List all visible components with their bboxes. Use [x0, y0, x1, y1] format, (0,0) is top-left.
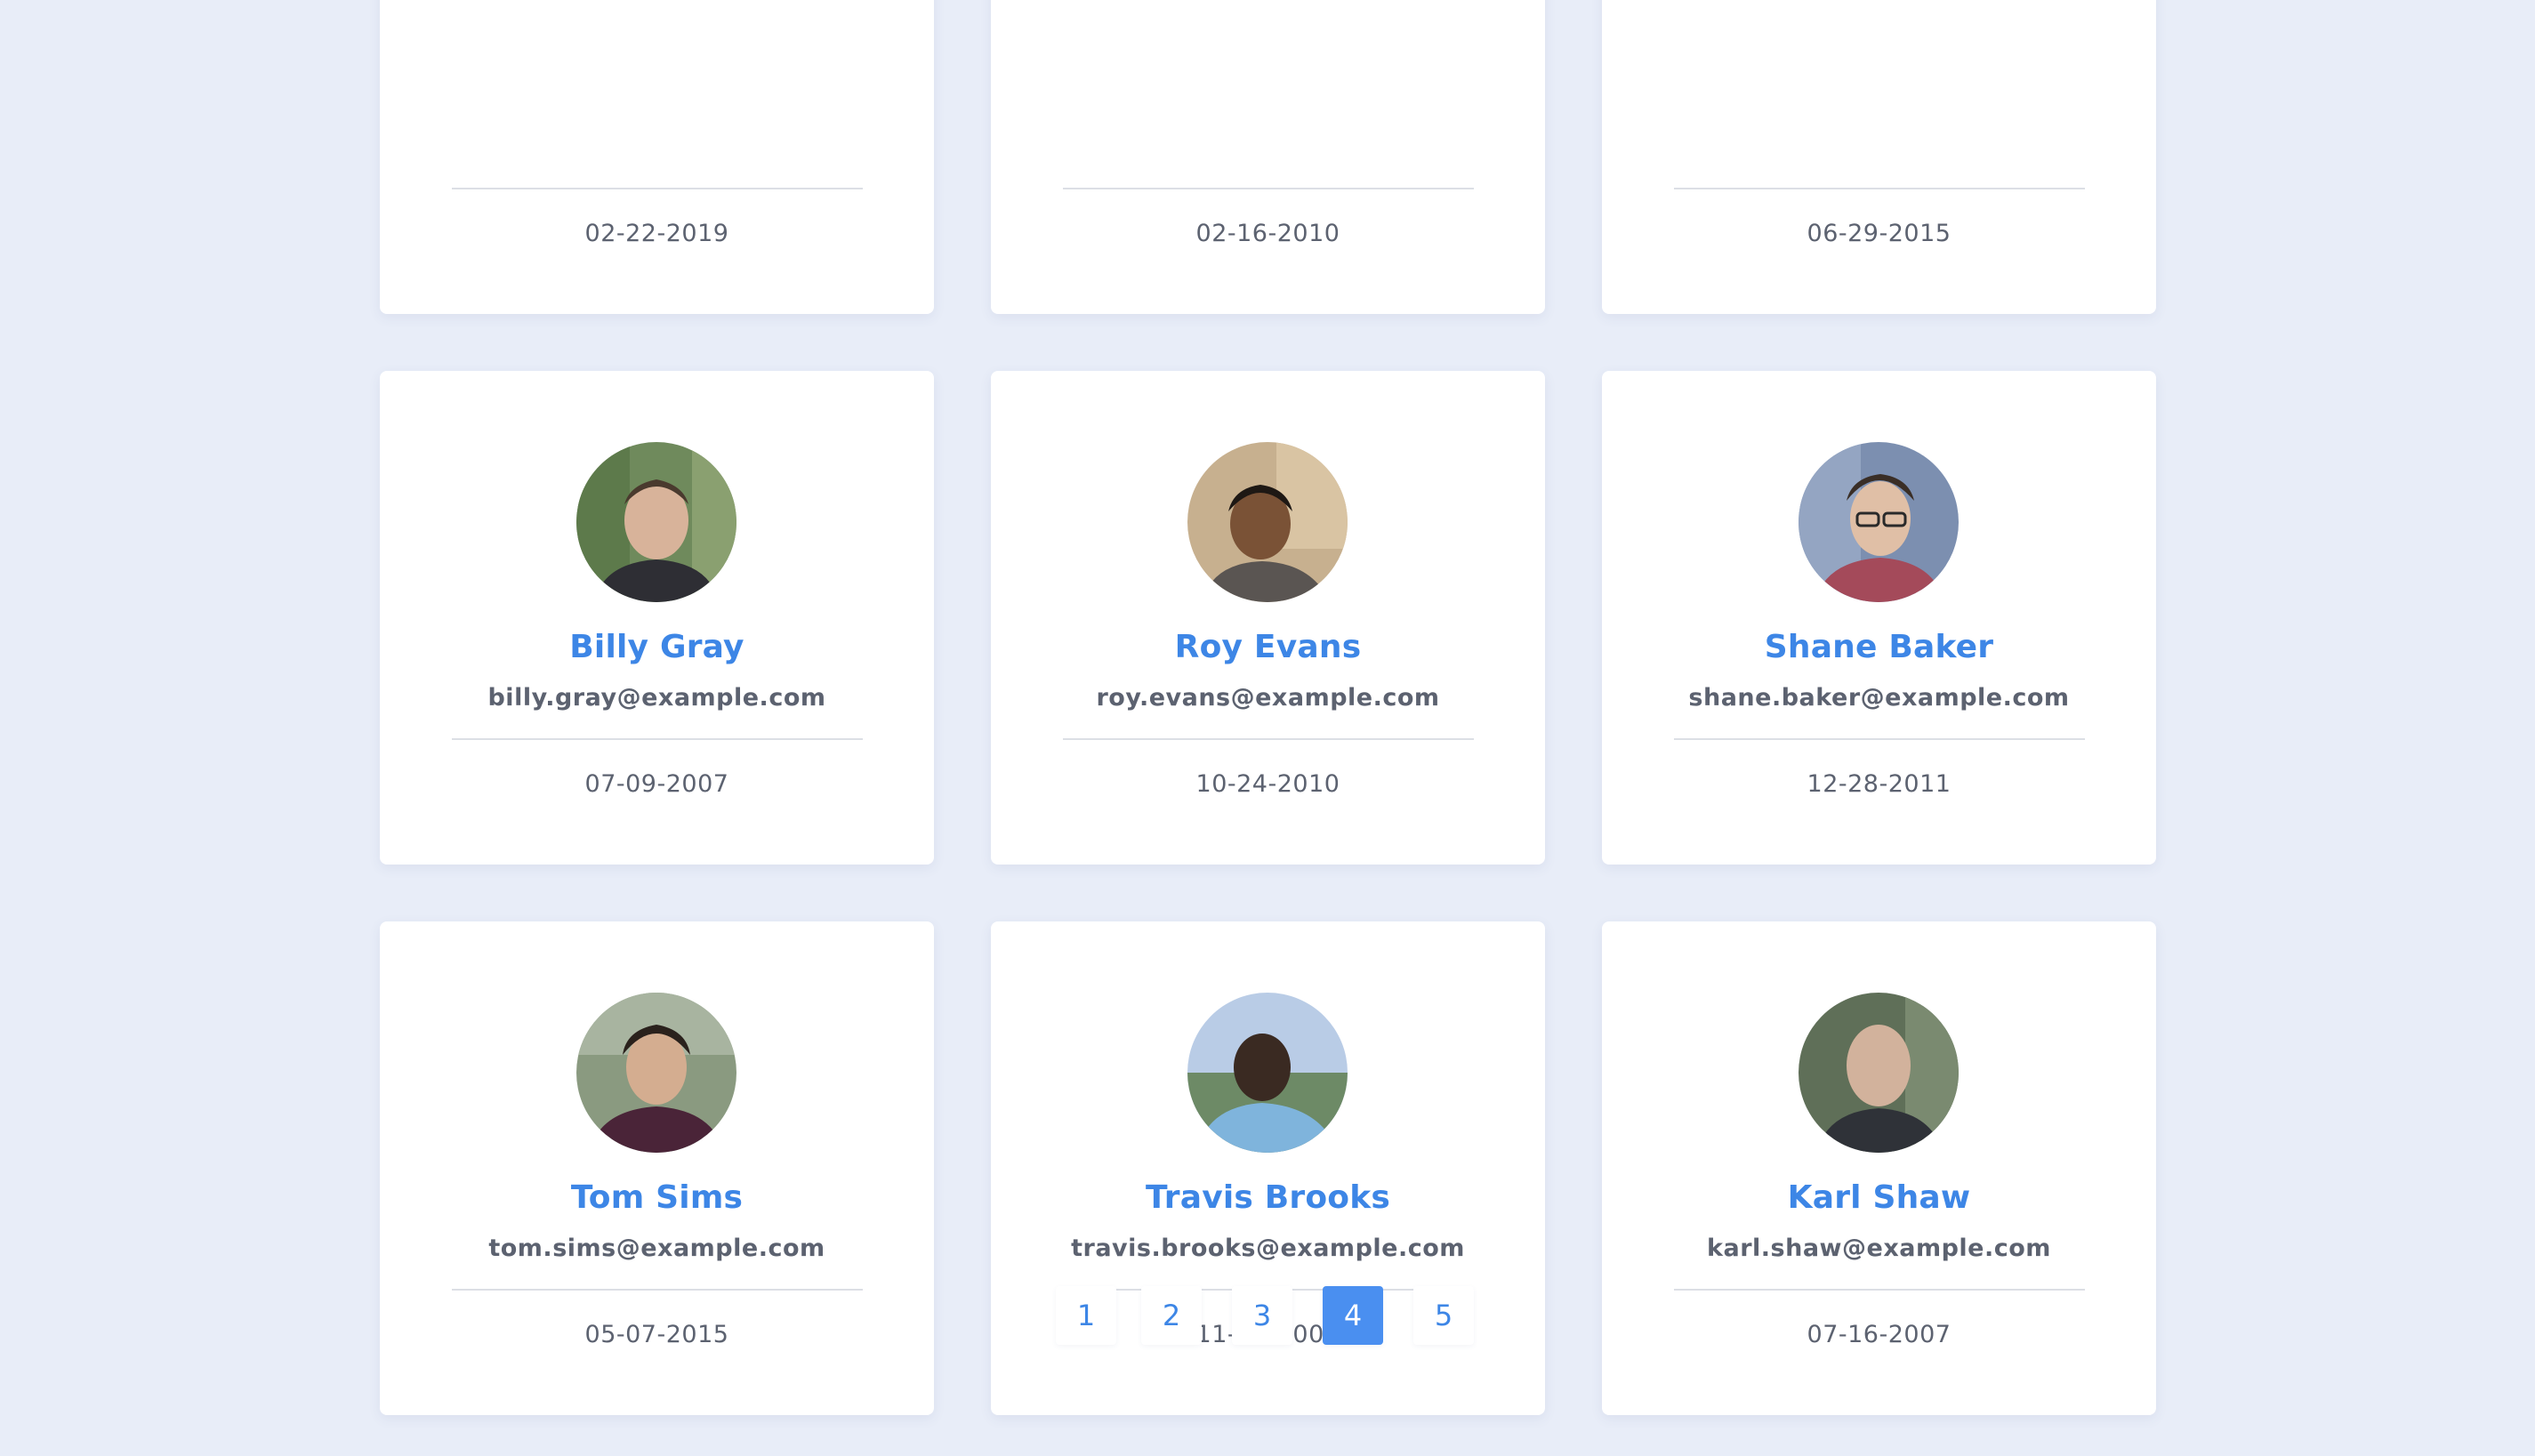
user-date: 07-09-2007	[584, 770, 729, 798]
user-card[interactable]: Shane Baker shane.baker@example.com 12-2…	[1602, 371, 2156, 865]
card-divider	[1674, 1289, 2085, 1291]
user-email: billy.gray@example.com	[487, 684, 826, 712]
user-card[interactable]: Roy Evans roy.evans@example.com 10-24-20…	[991, 371, 1545, 865]
user-card[interactable]: 06-29-2015	[1602, 0, 2156, 314]
user-name[interactable]: Roy Evans	[991, 629, 1545, 665]
user-card[interactable]: Billy Gray billy.gray@example.com 07-09-…	[380, 371, 934, 865]
user-name[interactable]: Karl Shaw	[1602, 1179, 2156, 1216]
avatar-photo-icon	[1187, 442, 1348, 602]
user-name[interactable]: Tom Sims	[380, 1179, 934, 1216]
user-email: roy.evans@example.com	[1096, 684, 1440, 712]
avatar	[576, 993, 736, 1153]
user-card[interactable]: Tom Sims tom.sims@example.com 05-07-2015	[380, 921, 934, 1415]
card-divider	[452, 188, 863, 189]
user-name[interactable]: Billy Gray	[380, 629, 934, 665]
user-card[interactable]: 02-16-2010	[991, 0, 1545, 314]
avatar	[576, 442, 736, 602]
page-button-4-active[interactable]: 4	[1323, 1286, 1383, 1345]
avatar	[1187, 442, 1348, 602]
avatar	[1799, 442, 1959, 602]
user-date: 06-29-2015	[1807, 220, 1952, 247]
card-divider	[1063, 738, 1474, 740]
avatar	[1187, 993, 1348, 1153]
user-card-grid: 02-22-2019 02-16-2010 06-29-2015 Billy G…	[380, 0, 2156, 1415]
avatar-photo-icon	[1187, 993, 1348, 1153]
card-divider	[452, 1289, 863, 1291]
card-divider	[1674, 188, 2085, 189]
user-date: 02-22-2019	[584, 220, 729, 247]
page-button-2[interactable]: 2	[1141, 1286, 1202, 1345]
user-date: 07-16-2007	[1807, 1321, 1952, 1348]
avatar-photo-icon	[1799, 442, 1959, 602]
card-divider	[1063, 188, 1474, 189]
user-name[interactable]: Travis Brooks	[991, 1179, 1545, 1216]
user-name[interactable]: Shane Baker	[1602, 629, 2156, 665]
avatar	[1799, 993, 1959, 1153]
page-button-1[interactable]: 1	[1056, 1286, 1116, 1345]
user-date: 10-24-2010	[1195, 770, 1340, 798]
user-date: 12-28-2011	[1807, 770, 1952, 798]
user-date: 02-16-2010	[1195, 220, 1340, 247]
user-card[interactable]: Karl Shaw karl.shaw@example.com 07-16-20…	[1602, 921, 2156, 1415]
user-card[interactable]: 02-22-2019	[380, 0, 934, 314]
avatar-photo-icon	[576, 993, 736, 1153]
avatar-photo-icon	[576, 442, 736, 602]
user-email: tom.sims@example.com	[488, 1235, 825, 1262]
page-button-5[interactable]: 5	[1413, 1286, 1474, 1345]
user-email: karl.shaw@example.com	[1707, 1235, 2051, 1262]
card-divider	[1674, 738, 2085, 740]
user-email: shane.baker@example.com	[1688, 684, 2070, 712]
page-button-3[interactable]: 3	[1232, 1286, 1292, 1345]
card-divider	[452, 738, 863, 740]
user-email: travis.brooks@example.com	[1071, 1235, 1465, 1262]
user-date: 05-07-2015	[584, 1321, 729, 1348]
avatar-photo-icon	[1799, 993, 1959, 1153]
